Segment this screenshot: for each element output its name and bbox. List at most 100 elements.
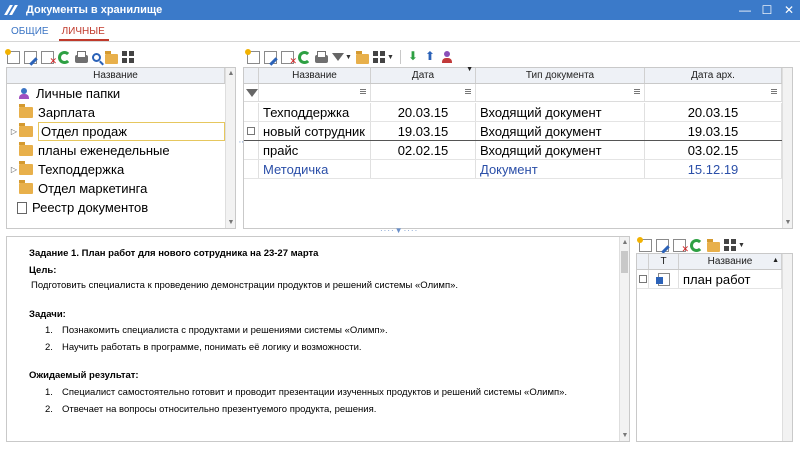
filter-cell-doc-type[interactable]	[476, 84, 645, 101]
folder-icon	[19, 180, 33, 194]
document-icon	[17, 201, 27, 214]
sort-asc-icon: ▲	[772, 257, 779, 264]
filter-operator-icon[interactable]	[465, 89, 471, 94]
table-row[interactable]: Методичка Документ 15.12.19	[244, 160, 782, 179]
new-document-icon[interactable]	[245, 48, 260, 64]
scroll-up-icon[interactable]: ▲	[226, 70, 236, 77]
doc-result-heading: Ожидаемый результат:	[29, 370, 139, 381]
tree-scrollbar[interactable]: ▲ ▼	[225, 68, 235, 228]
column-header-attachment-name[interactable]: Название ▲	[679, 254, 782, 269]
tree-item-doc-registry[interactable]: Реестр документов	[7, 198, 148, 217]
table-row[interactable]: план работ	[637, 270, 782, 289]
minimize-button[interactable]: —	[734, 0, 756, 20]
table-row[interactable]: Техподдержка 20.03.15 Входящий документ …	[244, 103, 782, 122]
print-icon[interactable]	[75, 51, 88, 63]
tab-general[interactable]: ОБЩИЕ	[8, 26, 53, 41]
tree-item-marketing[interactable]: Отдел маркетинга	[9, 179, 147, 198]
list-item: Отвечает на вопросы относительно презент…	[62, 404, 377, 415]
expand-arrow-icon[interactable]: ▷	[9, 127, 19, 136]
folder-icon[interactable]	[355, 51, 369, 64]
scroll-down-icon[interactable]: ▼	[783, 219, 793, 226]
table-row[interactable]: прайс 02.02.15 Входящий документ 03.02.1…	[244, 141, 782, 160]
table-row[interactable]: новый сотрудник 19.03.15 Входящий докуме…	[244, 122, 782, 141]
filter-icon[interactable]	[332, 53, 344, 61]
user-access-icon[interactable]	[441, 50, 453, 64]
edit-icon[interactable]	[24, 50, 37, 64]
scroll-down-icon[interactable]: ▼	[620, 432, 630, 439]
column-header-name[interactable]: Название	[259, 68, 371, 83]
grid-settings-icon[interactable]	[122, 50, 135, 64]
folder-icon	[19, 104, 33, 118]
doc-goal-heading: Цель:	[29, 265, 57, 276]
grid-settings-icon[interactable]	[724, 238, 737, 252]
filter-operator-icon[interactable]	[360, 89, 366, 94]
window-title: Документы в хранилище	[26, 4, 163, 16]
list-item: Специалист самостоятельно готовит и пров…	[62, 387, 568, 398]
maximize-button[interactable]: ☐	[756, 0, 778, 20]
filter-row	[244, 84, 782, 102]
refresh-icon[interactable]	[298, 50, 311, 64]
row-checkbox[interactable]	[247, 127, 255, 135]
refresh-icon[interactable]	[58, 50, 71, 64]
expand-arrow-icon[interactable]: ▷	[9, 165, 19, 174]
print-icon[interactable]	[315, 51, 328, 63]
grid-scrollbar[interactable]: ▼	[782, 68, 792, 228]
search-icon[interactable]	[92, 52, 101, 62]
filter-cell-archive-date[interactable]	[645, 84, 782, 101]
toolbar-separator	[399, 50, 401, 64]
upload-icon[interactable]	[424, 49, 437, 64]
filter-cell-date[interactable]	[371, 84, 476, 101]
horizontal-splitter-handle[interactable]: ····▼····	[380, 226, 418, 235]
list-item: Познакомить специалиста с продуктами и р…	[62, 325, 388, 336]
tree-item-salary[interactable]: Зарплата	[9, 103, 95, 122]
tree-toolbar	[5, 47, 135, 67]
personal-folders-icon	[17, 88, 31, 99]
word-doc-icon	[655, 272, 670, 286]
filter-icon[interactable]	[246, 89, 258, 97]
app-logo-icon	[4, 3, 20, 17]
tree-header[interactable]: Название	[7, 68, 225, 83]
document-preview-panel: Задание 1. План работ для нового сотрудн…	[6, 236, 630, 442]
close-button[interactable]: ✕	[778, 0, 800, 20]
column-header-date[interactable]: Дата ▼	[371, 66, 476, 83]
column-header-doc-type[interactable]: Тип документа	[476, 68, 645, 83]
tree-item-personal-folders[interactable]: Личные папки	[7, 84, 120, 103]
new-folder-icon[interactable]	[5, 48, 20, 64]
chevron-down-icon[interactable]: ▼	[738, 242, 745, 249]
grid-settings-icon[interactable]	[372, 50, 386, 64]
doc-goal-text: Подготовить специалиста к проведению дем…	[31, 280, 459, 291]
attachments-toolbar: ▼	[637, 235, 745, 255]
folder-icon	[19, 142, 33, 156]
chevron-down-icon[interactable]: ▼	[387, 54, 394, 61]
scroll-down-icon[interactable]: ▼	[226, 219, 236, 226]
folder-icon[interactable]	[105, 51, 118, 64]
scroll-up-icon[interactable]: ▲	[620, 239, 630, 246]
folder-icon[interactable]	[707, 239, 720, 252]
refresh-icon[interactable]	[690, 238, 703, 252]
new-attachment-icon[interactable]	[637, 236, 652, 252]
delete-document-icon[interactable]	[281, 50, 297, 67]
delete-icon[interactable]	[41, 50, 57, 67]
chevron-down-icon[interactable]: ▼	[345, 54, 352, 61]
filter-cell-name[interactable]	[259, 84, 371, 101]
preview-scrollbar[interactable]: ▲ ▼	[619, 237, 629, 441]
attachments-scrollbar[interactable]	[782, 254, 792, 441]
row-checkbox[interactable]	[638, 275, 647, 283]
tree-item-support[interactable]: ▷ Техподдержка	[9, 160, 124, 179]
delete-attachment-icon[interactable]	[673, 238, 689, 255]
tree-item-sales-dept[interactable]: ▷ Отдел продаж	[9, 122, 225, 141]
attachments-panel: T Название ▲ план работ	[636, 253, 793, 442]
column-header-archive-date[interactable]: Дата арх.	[645, 68, 782, 83]
tab-personal[interactable]: ЛИЧНЫЕ	[58, 26, 109, 41]
edit-attachment-icon[interactable]	[656, 238, 669, 252]
column-header-type[interactable]: T	[649, 254, 679, 269]
tab-bar: ОБЩИЕ ЛИЧНЫЕ	[0, 20, 800, 42]
download-icon[interactable]	[407, 49, 420, 64]
tree-item-weekly-plans[interactable]: планы еженедельные	[9, 141, 170, 160]
scroll-thumb[interactable]	[621, 251, 628, 273]
edit-document-icon[interactable]	[264, 50, 277, 64]
filter-operator-icon[interactable]	[634, 89, 640, 94]
doc-title: Задание 1. План работ для нового сотрудн…	[29, 248, 319, 259]
filter-operator-icon[interactable]	[771, 89, 777, 94]
folder-icon	[19, 161, 33, 175]
